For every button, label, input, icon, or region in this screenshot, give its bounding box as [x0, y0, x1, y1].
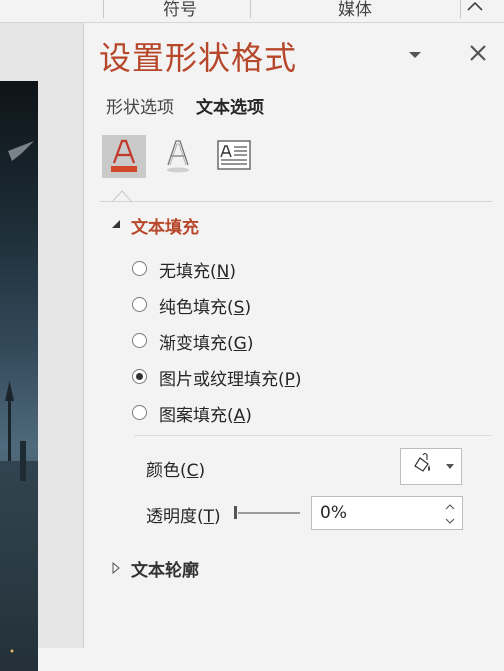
- ribbon-separator: [250, 0, 251, 18]
- transparency-label: 透明度(T): [146, 507, 221, 527]
- radio-label: 图片或纹理填充(P): [159, 370, 302, 390]
- option-tabs: 形状选项 文本选项: [106, 93, 286, 118]
- tab-text-options[interactable]: 文本选项: [196, 93, 264, 118]
- option-label: 图案填充: [159, 406, 227, 426]
- ribbon-group-media[interactable]: 媒体: [325, 0, 385, 21]
- section-text-outline-title: 文本轮廓: [131, 561, 199, 581]
- tab-shape-options[interactable]: 形状选项: [106, 93, 174, 118]
- access-key: T: [203, 507, 215, 527]
- radio-circle: [132, 405, 147, 420]
- radio-label: 渐变填充(G): [159, 334, 254, 354]
- text-fill-outline-button[interactable]: [102, 135, 146, 178]
- ribbon-separator: [103, 0, 104, 18]
- label-text: 透明度: [146, 507, 197, 527]
- access-key: G: [233, 334, 247, 354]
- close-icon: [470, 45, 486, 61]
- transparency-spinbox[interactable]: 0%: [311, 496, 463, 530]
- collapse-ribbon-button[interactable]: [462, 0, 502, 20]
- close-pane-button[interactable]: [466, 41, 490, 65]
- text-effects-button[interactable]: [156, 135, 200, 178]
- slider-thumb[interactable]: [234, 506, 237, 519]
- ribbon-strip: 符号 媒体: [0, 0, 504, 23]
- pane-options-dropdown[interactable]: [402, 45, 428, 65]
- slider-track: [238, 512, 300, 514]
- divider: [100, 201, 492, 202]
- label-text: 颜色: [146, 461, 180, 481]
- pane-title: 设置形状格式: [99, 39, 298, 77]
- slide-image: [0, 81, 38, 671]
- section-text-fill-title: 文本填充: [131, 218, 199, 238]
- radio-label: 纯色填充(S): [159, 298, 252, 318]
- transparency-value: 0%: [320, 503, 347, 523]
- text-effects-icon: [167, 140, 189, 173]
- chevron-down-icon: [445, 518, 455, 524]
- spin-up-button[interactable]: [442, 499, 458, 513]
- expanded-triangle-icon: [112, 220, 120, 228]
- radio-label: 图案填充(A): [159, 406, 252, 426]
- transparency-slider[interactable]: [234, 503, 304, 523]
- option-label: 纯色填充: [159, 298, 227, 318]
- option-label: 图片或纹理填充: [159, 370, 278, 390]
- paint-bucket-icon: [414, 452, 454, 472]
- access-key: C: [186, 461, 199, 481]
- chevron-up-icon: [467, 1, 483, 11]
- slide-canvas[interactable]: [0, 23, 84, 671]
- slide-artwork: [0, 141, 38, 671]
- access-key: A: [233, 406, 246, 426]
- spin-down-button[interactable]: [442, 513, 458, 527]
- textbox-button[interactable]: [212, 135, 256, 178]
- ribbon-separator: [460, 0, 461, 18]
- access-key: P: [284, 370, 295, 390]
- radio-label: 无填充(N): [159, 262, 236, 282]
- format-shape-pane: 设置形状格式 形状选项 文本选项 文本填充 无填充(N) 纯色填充(S) 渐变填…: [84, 23, 504, 648]
- access-key: N: [216, 262, 230, 282]
- option-label: 渐变填充: [159, 334, 227, 354]
- radio-circle: [132, 297, 147, 312]
- radio-circle: [132, 333, 147, 348]
- collapsed-triangle-icon: [112, 561, 120, 575]
- selection-pointer: [112, 190, 132, 203]
- color-picker-button[interactable]: [400, 448, 462, 485]
- radio-circle: [132, 261, 147, 276]
- ribbon-group-symbols[interactable]: 符号: [150, 0, 210, 21]
- divider: [134, 435, 492, 436]
- caret-down-icon: [409, 52, 421, 58]
- textbox-icon: [217, 140, 251, 170]
- access-key: S: [233, 298, 245, 318]
- text-fill-outline-icon: [111, 139, 137, 172]
- chevron-up-icon: [445, 504, 455, 510]
- color-label: 颜色(C): [146, 461, 206, 481]
- radio-circle-selected: [132, 369, 147, 384]
- option-label: 无填充: [159, 262, 210, 282]
